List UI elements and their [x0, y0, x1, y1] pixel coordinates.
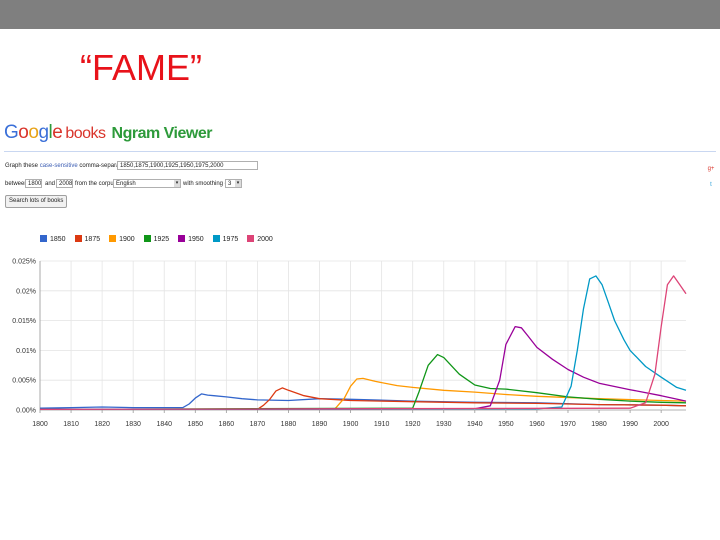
- app-title: Ngram Viewer: [111, 125, 213, 142]
- logo-letter: e: [52, 122, 63, 143]
- x-tick-label: 1850: [187, 421, 203, 428]
- smoothing-select[interactable]: 3 ▾: [225, 179, 242, 188]
- legend-swatch: [74, 235, 82, 242]
- logo-books: books: [65, 125, 106, 142]
- phrases-input[interactable]: 1850,1875,1900,1925,1950,1975,2000: [117, 161, 258, 170]
- chevron-down-icon: ▾: [235, 180, 241, 187]
- smoothing-value: 3: [228, 181, 232, 187]
- legend-item-1850: 1850: [40, 235, 66, 243]
- x-tick-label: 1870: [250, 421, 266, 428]
- legend-swatch: [143, 235, 151, 242]
- graph-these-text: Graph these: [5, 163, 39, 169]
- legend-item-2000: 2000: [247, 235, 273, 243]
- start-year-input[interactable]: 1800: [25, 179, 42, 188]
- top-bar: [0, 0, 720, 29]
- series-line-2000: [39, 275, 687, 411]
- logo-letter: o: [18, 122, 29, 143]
- legend-label: 1925: [153, 236, 170, 243]
- end-year-input[interactable]: 2008: [56, 179, 73, 188]
- y-tick-label: 0.015%: [12, 318, 36, 325]
- header-divider: [4, 151, 716, 152]
- series-line-1950: [39, 325, 687, 411]
- x-tick-label: 1900: [343, 421, 359, 428]
- x-tick-label: 1860: [219, 421, 235, 428]
- legend-label: 2000: [257, 236, 273, 243]
- from-corpus-label: from the corpus: [75, 181, 117, 187]
- legend-item-1900: 1900: [109, 235, 135, 243]
- legend-item-1925: 1925: [143, 235, 170, 243]
- x-tick-label: 1970: [560, 421, 576, 428]
- x-tick-label: 1880: [281, 421, 297, 428]
- y-tick-label: 0.00%: [16, 408, 36, 415]
- x-tick-label: 1910: [374, 421, 390, 428]
- series-line-1900: [39, 377, 687, 411]
- x-tick-label: 1950: [498, 421, 514, 428]
- legend-swatch: [40, 235, 47, 242]
- x-tick-label: 1890: [312, 421, 328, 428]
- logo-letter: G: [4, 122, 19, 143]
- legend-label: 1975: [222, 236, 239, 243]
- legend-swatch: [212, 235, 220, 242]
- and-label: and: [45, 181, 56, 187]
- series-line-1975: [39, 275, 687, 411]
- series-line-1875: [40, 387, 687, 411]
- legend-swatch: [247, 235, 255, 242]
- y-tick-label: 0.02%: [16, 288, 36, 295]
- search-button[interactable]: Search lots of books: [5, 195, 68, 208]
- legend-label: 1875: [84, 236, 101, 243]
- legend-swatch: [109, 235, 117, 242]
- logo-letter: o: [28, 122, 39, 143]
- series-line-1925: [39, 353, 687, 411]
- chart-legend: 1850 1875 1900 1925 1950 1975 2000: [40, 235, 280, 247]
- y-tick-label: 0.005%: [12, 378, 36, 385]
- corpus-value: English: [116, 181, 136, 187]
- legend-item-1975: 1975: [212, 235, 239, 243]
- legend-label: 1900: [119, 236, 135, 243]
- x-tick-label: 1810: [63, 421, 79, 428]
- x-tick-label: 1980: [591, 421, 607, 428]
- google-plus-icon[interactable]: g+: [706, 165, 716, 173]
- legend-label: 1850: [50, 236, 66, 243]
- x-tick-label: 1990: [622, 421, 638, 428]
- chevron-down-icon: ▾: [174, 180, 180, 187]
- corpus-select[interactable]: English ▾: [113, 179, 181, 188]
- x-tick-label: 1830: [125, 421, 141, 428]
- smoothing-label: with smoothing of: [183, 181, 230, 187]
- legend-item-1950: 1950: [178, 235, 204, 243]
- x-tick-label: 1920: [405, 421, 421, 428]
- x-tick-label: 1800: [32, 421, 48, 428]
- x-tick-label: 1840: [156, 421, 172, 428]
- twitter-icon[interactable]: t: [706, 181, 716, 189]
- y-tick-label: 0.01%: [16, 348, 36, 355]
- x-tick-label: 1940: [467, 421, 483, 428]
- legend-swatch: [178, 235, 186, 242]
- x-tick-label: 2000: [653, 421, 669, 428]
- slide-title: “FAME”: [80, 47, 202, 88]
- google-books-logo[interactable]: Google books Ngram Viewer: [4, 122, 212, 144]
- x-tick-label: 1960: [529, 421, 545, 428]
- legend-item-1875: 1875: [74, 235, 101, 243]
- legend-label: 1950: [188, 236, 204, 243]
- y-tick-label: 0.025%: [12, 259, 36, 266]
- case-sensitive-link[interactable]: case-sensitive: [40, 163, 78, 169]
- series-line-1850: [39, 393, 687, 409]
- x-tick-label: 1930: [436, 421, 452, 428]
- x-tick-label: 1820: [94, 421, 110, 428]
- logo-letter: g: [38, 122, 49, 143]
